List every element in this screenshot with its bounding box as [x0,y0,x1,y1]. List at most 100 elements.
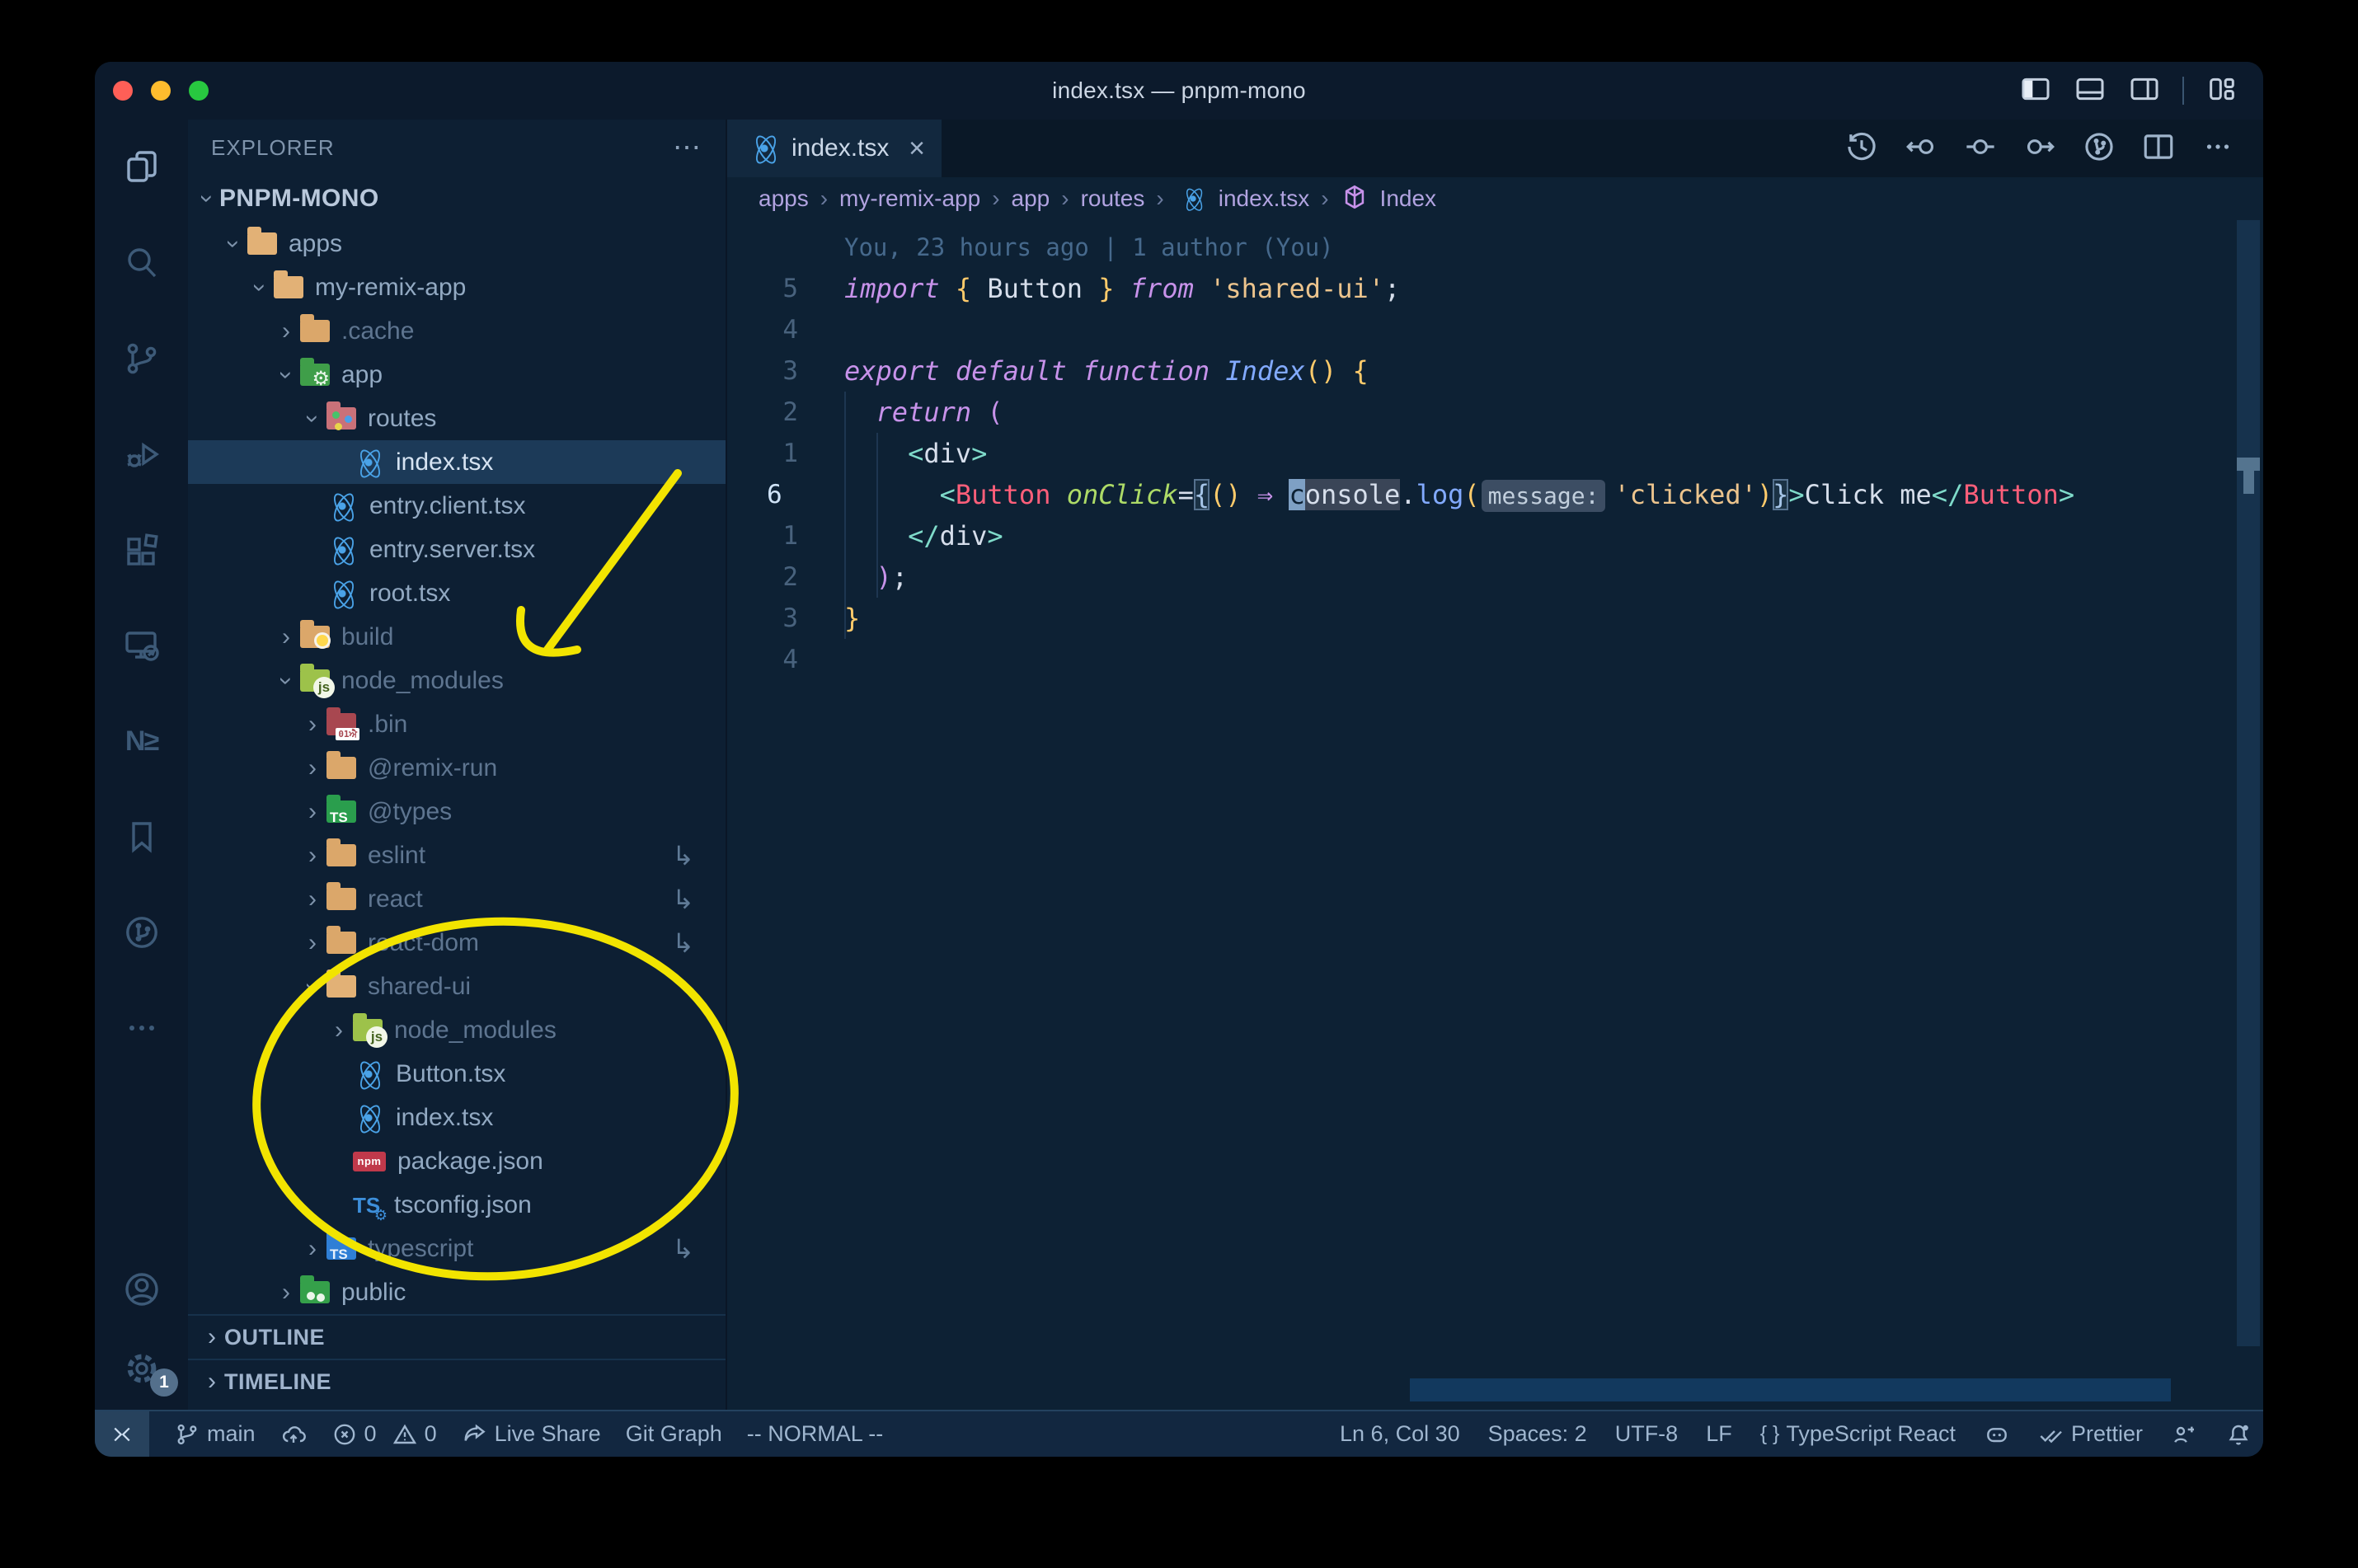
source-control-icon[interactable] [95,311,188,406]
tree-item[interactable]: routes [188,397,726,440]
tree-item[interactable]: index.tsx [188,1096,726,1139]
close-window-button[interactable] [113,81,133,101]
toggle-secondary-sidebar-icon[interactable] [2128,73,2161,110]
breadcrumb-item[interactable]: Index [1380,185,1437,212]
code-line[interactable]: 3 export default function Index() { [727,350,2235,392]
more-views-icon[interactable] [95,980,188,1076]
feedback-icon[interactable] [2171,1421,2197,1448]
settings-icon[interactable]: 1 [95,1349,188,1397]
open-change-icon[interactable] [1963,129,1998,168]
notifications-bell-icon[interactable] [2225,1421,2252,1448]
tree-item[interactable]: @remix-run [188,746,726,790]
timeline-icon[interactable] [1844,129,1879,168]
code-line[interactable]: 4 [727,309,2235,350]
vertical-scrollbar[interactable] [2237,220,2260,1410]
encoding-indicator[interactable]: UTF-8 [1615,1421,1679,1447]
split-editor-icon[interactable] [2141,129,2176,168]
customize-layout-icon[interactable] [2205,73,2238,110]
outline-section[interactable]: OUTLINE [188,1314,726,1359]
language-mode-indicator[interactable]: { } TypeScript React [1760,1421,1956,1447]
remote-explorer-icon[interactable] [95,598,188,693]
search-icon[interactable] [95,215,188,311]
git-graph-editor-icon[interactable] [2082,129,2116,168]
tree-item[interactable]: react ↳ [188,877,726,921]
previous-change-icon[interactable] [1904,129,1938,168]
nx-console-icon[interactable]: N≥ [95,693,188,789]
formatter-indicator[interactable]: Prettier [2038,1421,2143,1448]
tree-item[interactable]: my-remix-app [188,265,726,309]
tree-item[interactable]: public [188,1270,726,1314]
eol-indicator[interactable]: LF [1706,1421,1732,1447]
tree-item[interactable]: apps [188,222,726,265]
tab-index-tsx[interactable]: index.tsx × [727,120,943,177]
breadcrumb-item[interactable]: apps [759,185,809,212]
horizontal-scrollbar[interactable] [1410,1378,2171,1401]
extensions-icon[interactable] [95,502,188,598]
breadcrumb-item[interactable]: my-remix-app [839,185,980,212]
tree-item[interactable]: Button.tsx [188,1052,726,1096]
tree-item[interactable]: node_modules [188,1008,726,1052]
zoom-window-button[interactable] [189,81,209,101]
breadcrumb-item[interactable]: app [1012,185,1050,212]
explorer-icon[interactable] [95,120,188,215]
bookmarks-icon[interactable] [95,789,188,885]
code-line[interactable]: 1 <div> [727,433,2235,474]
file-type-icon [326,969,356,998]
file-type-icon [353,1151,386,1171]
tree-item[interactable]: typescript ↳ [188,1227,726,1270]
code-line[interactable]: 4 [727,639,2235,680]
tree-item[interactable]: package.json [188,1139,726,1183]
tree-item[interactable]: shared-ui [188,965,726,1008]
tree-item-label: .cache [341,317,415,345]
next-change-icon[interactable] [2022,129,2057,168]
tree-item[interactable]: node_modules [188,659,726,702]
tree-item[interactable]: @types [188,790,726,833]
run-debug-icon[interactable] [95,406,188,502]
chevron-right-icon [200,1369,224,1394]
live-share-button[interactable]: Live Share [462,1421,601,1448]
breadcrumb-item[interactable]: index.tsx [1219,185,1310,212]
remote-indicator-icon[interactable] [95,1411,149,1457]
account-icon[interactable] [95,1270,188,1309]
git-graph-button[interactable]: Git Graph [626,1421,722,1447]
indentation-indicator[interactable]: Spaces: 2 [1488,1421,1587,1447]
workspace-root-row[interactable]: PNPM-MONO [188,176,726,222]
tree-item[interactable]: .cache [188,309,726,353]
tree-item[interactable]: eslint ↳ [188,833,726,877]
code-line[interactable]: 2 ); [727,556,2235,598]
toggle-primary-sidebar-icon[interactable] [2019,73,2052,110]
timeline-section[interactable]: TIMELINE [188,1359,726,1403]
tree-item[interactable]: root.tsx [188,571,726,615]
code-editor[interactable]: You, 23 hours ago | 1 author (You) 5 impo… [727,220,2263,1410]
close-tab-icon[interactable]: × [909,133,925,165]
tree-item[interactable]: index.tsx [188,440,726,484]
tree-item-label: entry.client.tsx [369,491,526,519]
git-graph-icon[interactable] [95,885,188,980]
file-type-icon [353,1193,388,1224]
branch-indicator[interactable]: main [174,1421,256,1448]
file-type-icon [247,227,277,255]
file-type-icon [274,270,303,298]
line-number: 5 [782,274,798,303]
breadcrumb-item[interactable]: routes [1081,185,1145,212]
minimize-window-button[interactable] [151,81,171,101]
code-line[interactable]: 6 <Button onClick={() ⇒ console.log(mess… [727,474,2235,515]
code-line[interactable]: 1 </div> [727,515,2235,556]
tree-item[interactable]: entry.server.tsx [188,528,726,571]
copilot-icon[interactable] [1984,1421,2010,1448]
explorer-more-actions-icon[interactable]: ⋯ [673,131,702,164]
code-line[interactable]: 3} [727,598,2235,639]
tree-item[interactable]: entry.client.tsx [188,484,726,528]
tree-item[interactable]: tsconfig.json [188,1183,726,1227]
code-line[interactable]: 2 return ( [727,392,2235,433]
tree-item[interactable]: react-dom ↳ [188,921,726,965]
problems-indicator[interactable]: 0 0 [331,1421,437,1448]
cursor-position-indicator[interactable]: Ln 6, Col 30 [1340,1421,1460,1447]
toggle-panel-icon[interactable] [2074,73,2107,110]
sync-changes-button[interactable] [280,1421,307,1448]
tree-item[interactable]: app [188,353,726,397]
code-line[interactable]: 5 import { Button } from 'shared-ui'; [727,268,2235,309]
tree-item[interactable]: build [188,615,726,659]
tree-item[interactable]: .bin [188,702,726,746]
more-actions-icon[interactable] [2201,129,2235,168]
